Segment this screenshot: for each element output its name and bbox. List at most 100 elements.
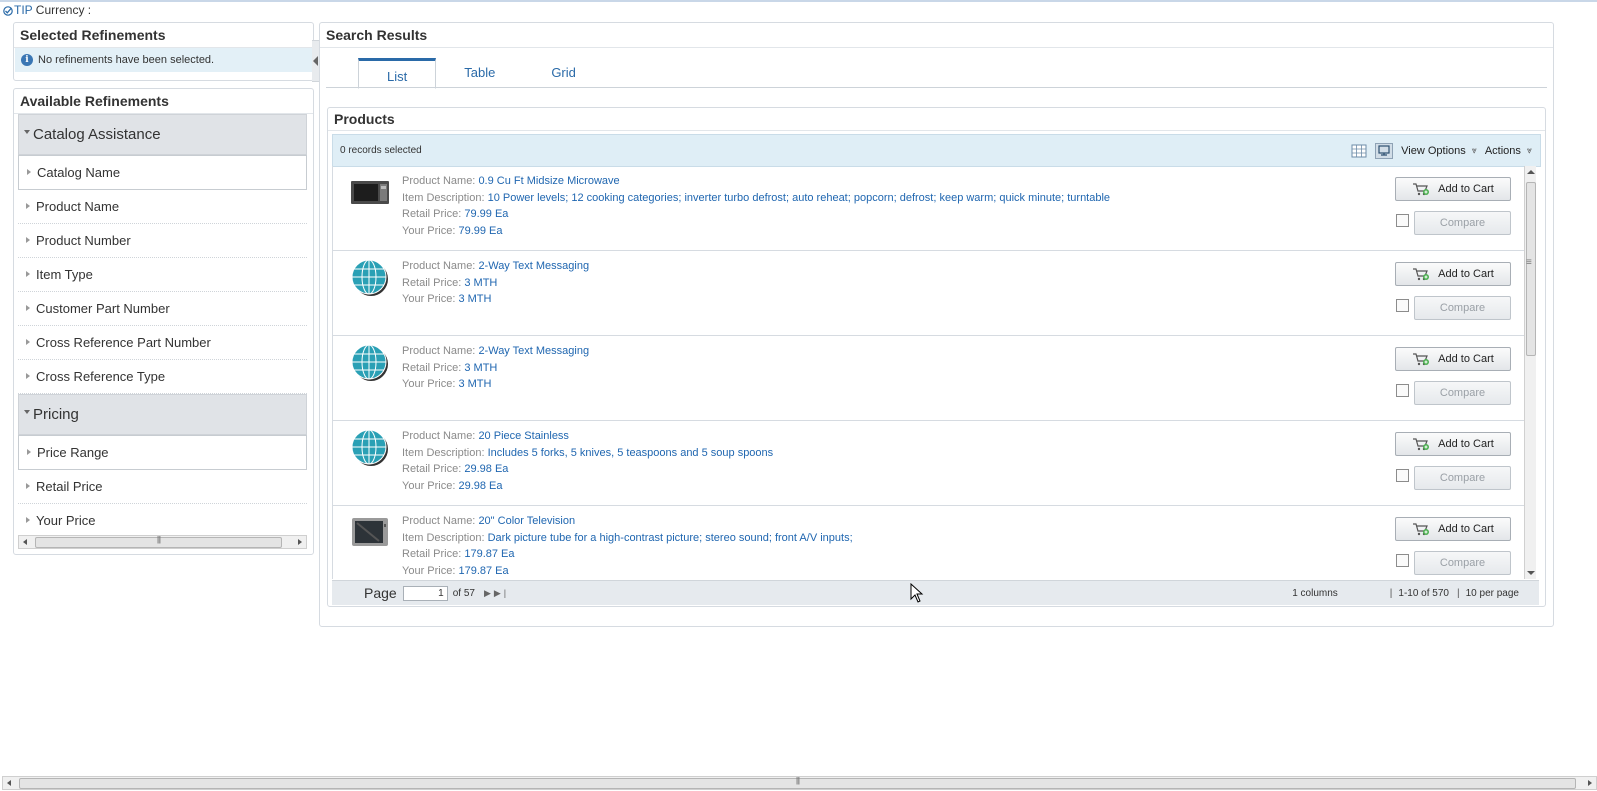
product-name-link[interactable]: 20 Piece Stainless: [478, 430, 569, 442]
tab-grid[interactable]: Grid: [523, 58, 604, 88]
refinement-group-catalog-assistance[interactable]: Catalog Assistance: [18, 114, 307, 155]
refinement-list: Catalog Assistance Catalog Name Product …: [18, 114, 307, 538]
product-row: Product Name: 20 Piece Stainless Item De…: [333, 421, 1525, 506]
item-description: 10 Power levels; 12 cooking categories; …: [487, 191, 1111, 204]
compare-button[interactable]: Compare: [1414, 211, 1511, 235]
scroll-right-icon[interactable]: [1588, 780, 1592, 786]
add-to-cart-button[interactable]: Add to Cart: [1395, 517, 1511, 541]
product-row: Product Name: 20" Color Television Item …: [333, 506, 1525, 579]
compare-checkbox[interactable]: [1396, 299, 1409, 312]
tab-table[interactable]: Table: [436, 58, 523, 88]
retail-price-label: Retail Price:: [402, 276, 462, 289]
refinement-item-cross-reference-part-number[interactable]: Cross Reference Part Number: [18, 326, 307, 360]
item-description-label: Item Description:: [402, 531, 485, 544]
products-panel: Products 0 records selected View Options…: [327, 107, 1546, 607]
retail-price: 3 MTH: [464, 276, 498, 289]
product-fields: Product Name: 0.9 Cu Ft Midsize Microwav…: [402, 173, 1110, 240]
your-price-label: Your Price:: [402, 565, 456, 578]
tip-currency[interactable]: TIP Currency :: [3, 3, 91, 17]
item-description: Includes 5 forks, 5 knives, 5 teaspoons …: [487, 446, 774, 459]
no-refinements-message: i No refinements have been selected.: [15, 48, 312, 72]
compare-button[interactable]: Compare: [1414, 381, 1511, 405]
compare-checkbox[interactable]: [1396, 214, 1409, 227]
scroll-right-icon[interactable]: [298, 539, 302, 545]
add-to-cart-button[interactable]: Add to Cart: [1395, 177, 1511, 201]
list-view-icon[interactable]: [1375, 142, 1394, 159]
compare-button[interactable]: Compare: [1414, 466, 1511, 490]
your-price: 3 MTH: [458, 293, 492, 306]
info-icon: i: [21, 54, 33, 66]
page-number-input[interactable]: 1: [402, 585, 448, 601]
separator: |: [1457, 587, 1460, 599]
selected-refinements-title: Selected Refinements: [14, 23, 313, 48]
product-fields: Product Name: 20" Color Television Item …: [402, 513, 853, 579]
scroll-left-icon[interactable]: [23, 539, 27, 545]
retail-price-label: Retail Price:: [402, 463, 462, 476]
refinement-item-item-type[interactable]: Item Type: [18, 258, 307, 292]
refinement-item-catalog-name[interactable]: Catalog Name: [18, 155, 307, 190]
retail-price-label: Retail Price:: [402, 361, 462, 374]
scroll-thumb[interactable]: [19, 778, 1576, 789]
refinement-item-customer-part-number[interactable]: Customer Part Number: [18, 292, 307, 326]
compare-checkbox[interactable]: [1396, 384, 1409, 397]
chevron-down-icon: ⩔: [1526, 145, 1532, 155]
refinement-item-price-range[interactable]: Price Range: [18, 435, 307, 470]
last-page-icon[interactable]: ▶|: [494, 588, 509, 599]
refinement-item-product-name[interactable]: Product Name: [18, 190, 307, 224]
refinement-item-your-price[interactable]: Your Price: [18, 504, 307, 538]
add-to-cart-label: Add to Cart: [1438, 268, 1494, 280]
scroll-left-icon[interactable]: [7, 780, 11, 786]
product-name-link[interactable]: 20" Color Television: [478, 515, 575, 527]
tip-prefix: TIP: [14, 3, 33, 17]
item-description: Dark picture tube for a high-contrast pi…: [487, 531, 853, 544]
chevron-down-icon: ⩔: [1471, 145, 1477, 155]
cart-icon: [1413, 523, 1430, 536]
your-price: 79.99 Ea: [458, 225, 503, 238]
next-page-icon[interactable]: ▶: [484, 588, 494, 599]
page-horizontal-scrollbar[interactable]: [2, 776, 1597, 790]
refinements-horizontal-scrollbar[interactable]: [18, 535, 307, 549]
actions-button[interactable]: Actions ⩔: [1485, 145, 1532, 157]
globe-image: [351, 429, 388, 466]
compare-checkbox[interactable]: [1396, 554, 1409, 567]
cart-icon: [1413, 438, 1430, 451]
actions-label: Actions: [1484, 144, 1521, 157]
product-row: Product Name: 2-Way Text Messaging Retai…: [333, 251, 1525, 336]
compare-button[interactable]: Compare: [1414, 296, 1511, 320]
products-vertical-scrollbar[interactable]: [1524, 166, 1536, 579]
scroll-thumb[interactable]: [35, 537, 282, 548]
compare-checkbox[interactable]: [1396, 469, 1409, 482]
add-to-cart-button[interactable]: Add to Cart: [1395, 347, 1511, 371]
scroll-thumb[interactable]: [1526, 182, 1536, 356]
refinement-item-product-number[interactable]: Product Number: [18, 224, 307, 258]
item-description-label: Item Description:: [402, 446, 485, 459]
scroll-up-icon[interactable]: [1527, 170, 1535, 174]
television-image: [352, 518, 388, 546]
view-options-button[interactable]: View Options ⩔: [1401, 145, 1477, 157]
add-to-cart-button[interactable]: Add to Cart: [1395, 432, 1511, 456]
add-to-cart-button[interactable]: Add to Cart: [1395, 262, 1511, 286]
refinement-item-retail-price[interactable]: Retail Price: [18, 470, 307, 504]
product-name-label: Product Name:: [402, 430, 476, 442]
add-to-cart-label: Add to Cart: [1438, 183, 1494, 195]
product-name-link[interactable]: 0.9 Cu Ft Midsize Microwave: [478, 175, 619, 187]
per-page-selector[interactable]: 10 per page: [1466, 588, 1519, 599]
retail-price: 29.98 Ea: [464, 463, 509, 476]
product-name-label: Product Name:: [402, 515, 476, 527]
cart-icon: [1413, 353, 1430, 366]
tab-list[interactable]: List: [358, 58, 437, 89]
products-toolbar: 0 records selected View Options ⩔ Actions…: [332, 134, 1541, 167]
product-name-link[interactable]: 2-Way Text Messaging: [478, 345, 589, 357]
product-list: Product Name: 0.9 Cu Ft Midsize Microwav…: [332, 166, 1525, 579]
refinement-group-pricing[interactable]: Pricing: [18, 394, 307, 435]
product-name-label: Product Name:: [402, 260, 476, 272]
search-results-panel: Search Results List Table Grid Products …: [319, 22, 1554, 627]
refinement-item-cross-reference-type[interactable]: Cross Reference Type: [18, 360, 307, 394]
your-price: 3 MTH: [458, 378, 492, 391]
product-name-link[interactable]: 2-Way Text Messaging: [478, 260, 589, 272]
compare-button[interactable]: Compare: [1414, 551, 1511, 575]
columns-count[interactable]: 1 columns: [1292, 588, 1338, 599]
table-view-icon[interactable]: [1351, 144, 1367, 158]
scroll-down-icon[interactable]: [1527, 571, 1535, 575]
your-price: 179.87 Ea: [458, 565, 509, 578]
